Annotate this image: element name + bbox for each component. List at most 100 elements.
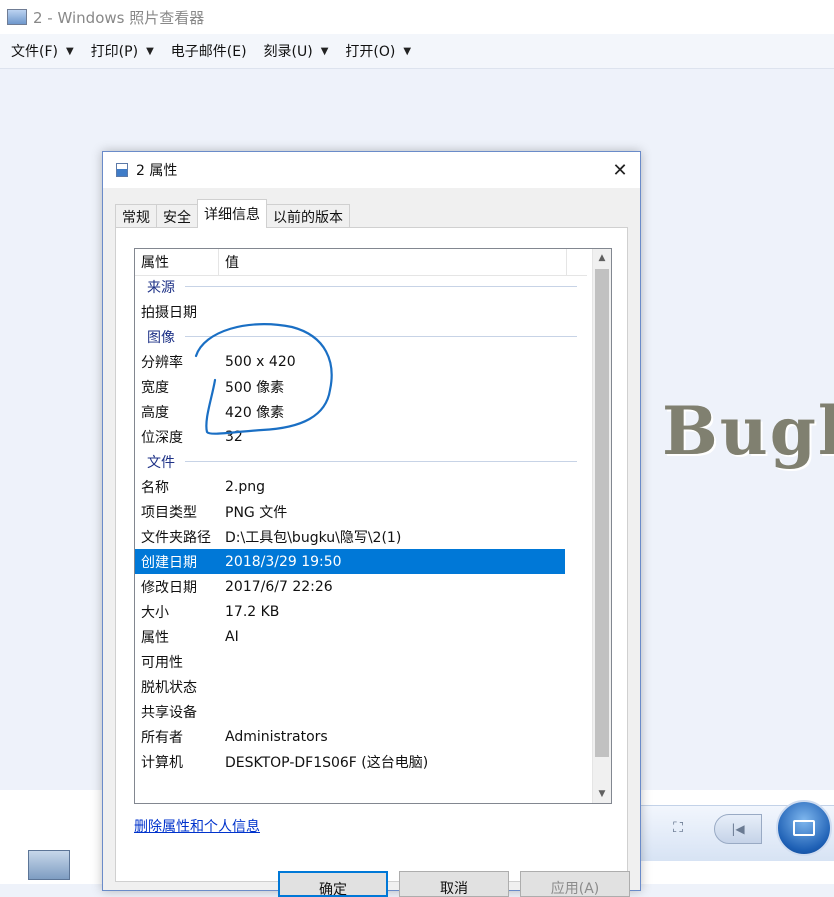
previous-icon: |◀ (731, 822, 745, 836)
menu-print[interactable]: 打印(P) ▼ (91, 41, 154, 61)
property-row[interactable]: 所有者 Administrators (135, 724, 587, 749)
menu-file[interactable]: 文件(F) ▼ (11, 41, 74, 61)
close-icon: ✕ (612, 159, 628, 181)
property-value: 500 像素 (225, 379, 285, 396)
actual-size-icon[interactable]: ⛶ (667, 820, 689, 838)
property-row[interactable]: 脱机状态 (135, 674, 587, 699)
dialog-titlebar: 2 属性 ✕ (103, 152, 640, 188)
property-value: D:\工具包\bugku\隐写\2(1) (225, 529, 402, 546)
column-header-property[interactable]: 属性 (135, 249, 219, 275)
image-file-icon (116, 163, 128, 177)
group-divider (185, 461, 577, 462)
property-value: Administrators (225, 728, 328, 745)
menu-open-label: 打开(O) (345, 44, 396, 60)
ok-button[interactable]: 确定 (278, 871, 388, 897)
apply-button[interactable]: 应用(A) (520, 871, 630, 897)
property-value: AI (225, 628, 239, 645)
group-label: 文件 (147, 454, 175, 471)
property-name: 文件夹路径 (141, 529, 211, 546)
menu-email-label: 电子邮件(E) (170, 44, 247, 60)
scroll-thumb[interactable] (595, 269, 609, 757)
menu-email[interactable]: 电子邮件(E) (171, 41, 247, 61)
photo-viewer-icon (7, 9, 27, 25)
property-name: 宽度 (141, 379, 169, 396)
property-row[interactable]: 可用性 (135, 649, 587, 674)
property-name: 名称 (141, 479, 169, 496)
menu-print-label: 打印(P) (90, 44, 139, 60)
property-name: 创建日期 (141, 554, 197, 571)
property-name: 项目类型 (141, 504, 197, 521)
property-name: 脱机状态 (141, 679, 197, 696)
property-name: 位深度 (141, 429, 183, 446)
dialog-title: 2 属性 (136, 163, 178, 179)
group-label: 来源 (147, 279, 175, 296)
details-panel: 属性 值 来源 拍摄日期 图像 分辨率 500 x 420 宽度 500 像素 … (115, 227, 628, 882)
menu-burn-label: 刻录(U) (263, 44, 313, 60)
list-header: 属性 值 (135, 249, 587, 276)
property-row[interactable]: 项目类型 PNG 文件 (135, 499, 587, 524)
property-row[interactable]: 大小 17.2 KB (135, 599, 587, 624)
property-name: 修改日期 (141, 579, 197, 596)
vertical-scrollbar[interactable]: ▲ ▼ (592, 249, 611, 803)
property-row[interactable]: 位深度 32 (135, 424, 587, 449)
cancel-button[interactable]: 取消 (399, 871, 509, 897)
property-value: 500 x 420 (225, 353, 296, 370)
tab-general[interactable]: 常规 (115, 204, 157, 228)
property-value: 2017/6/7 22:26 (225, 578, 333, 595)
property-name: 可用性 (141, 654, 183, 671)
property-value: 32 (225, 428, 243, 445)
property-name: 共享设备 (141, 704, 197, 721)
property-name: 属性 (141, 629, 169, 646)
properties-dialog: 2 属性 ✕ 常规 安全 详细信息 以前的版本 属性 值 来源 拍摄日期 图像 … (102, 151, 641, 897)
property-row[interactable]: 分辨率 500 x 420 (135, 349, 587, 374)
property-row[interactable]: 属性 AI (135, 624, 587, 649)
window-title: 2 - Windows 照片查看器 (33, 8, 205, 27)
property-row[interactable]: 高度 420 像素 (135, 399, 587, 424)
dropdown-arrow-icon: ▼ (403, 45, 412, 57)
menu-bar: 文件(F) ▼ 打印(P) ▼ 电子邮件(E) 刻录(U) ▼ 打开(O) ▼ (0, 34, 834, 69)
property-name: 所有者 (141, 729, 183, 746)
property-row[interactable]: 计算机 DESKTOP-DF1S06F (这台电脑) (135, 749, 587, 774)
slideshow-icon (793, 820, 815, 836)
group-header-file: 文件 (135, 449, 587, 474)
property-row[interactable]: 修改日期 2017/6/7 22:26 (135, 574, 587, 599)
scroll-up-arrow-icon[interactable]: ▲ (593, 249, 611, 267)
window-titlebar: 2 - Windows 照片查看器 (0, 0, 834, 34)
menu-burn[interactable]: 刻录(U) ▼ (264, 41, 329, 61)
menu-open[interactable]: 打开(O) ▼ (345, 41, 411, 61)
tab-security[interactable]: 安全 (156, 204, 198, 228)
group-header-image: 图像 (135, 324, 587, 349)
tab-previous-versions[interactable]: 以前的版本 (266, 204, 350, 228)
dropdown-arrow-icon: ▼ (320, 45, 329, 57)
property-row[interactable]: 宽度 500 像素 (135, 374, 587, 399)
slideshow-button[interactable] (776, 800, 832, 856)
thumbnail-icon (28, 850, 70, 880)
property-row[interactable]: 拍摄日期 (135, 299, 587, 324)
tab-details[interactable]: 详细信息 (197, 199, 267, 228)
group-divider (185, 336, 577, 337)
remove-properties-link[interactable]: 删除属性和个人信息 (134, 816, 260, 836)
scroll-down-arrow-icon[interactable]: ▼ (593, 785, 611, 803)
property-value: 420 像素 (225, 404, 285, 421)
menu-file-label: 文件(F) (11, 44, 58, 60)
list-rows: 来源 拍摄日期 图像 分辨率 500 x 420 宽度 500 像素 高度 42… (135, 274, 587, 774)
close-button[interactable]: ✕ (608, 158, 632, 182)
property-name: 高度 (141, 404, 169, 421)
property-value: 2.png (225, 478, 266, 495)
property-row[interactable]: 文件夹路径 D:\工具包\bugku\隐写\2(1) (135, 524, 587, 549)
property-name: 计算机 (141, 754, 183, 771)
property-name: 分辨率 (141, 354, 183, 371)
group-label: 图像 (147, 329, 175, 346)
property-row[interactable]: 共享设备 (135, 699, 587, 724)
property-value: PNG 文件 (225, 504, 288, 521)
previous-button[interactable]: |◀ (714, 814, 762, 844)
property-row-selected[interactable]: 创建日期 2018/3/29 19:50 (135, 549, 565, 574)
property-value: 17.2 KB (225, 603, 280, 620)
column-header-value[interactable]: 值 (219, 249, 567, 275)
tab-strip: 常规 安全 详细信息 以前的版本 (115, 199, 350, 228)
properties-list[interactable]: 属性 值 来源 拍摄日期 图像 分辨率 500 x 420 宽度 500 像素 … (134, 248, 612, 804)
property-row[interactable]: 名称 2.png (135, 474, 587, 499)
dropdown-arrow-icon: ▼ (146, 45, 154, 57)
group-divider (185, 286, 577, 287)
group-header-source: 来源 (135, 274, 587, 299)
